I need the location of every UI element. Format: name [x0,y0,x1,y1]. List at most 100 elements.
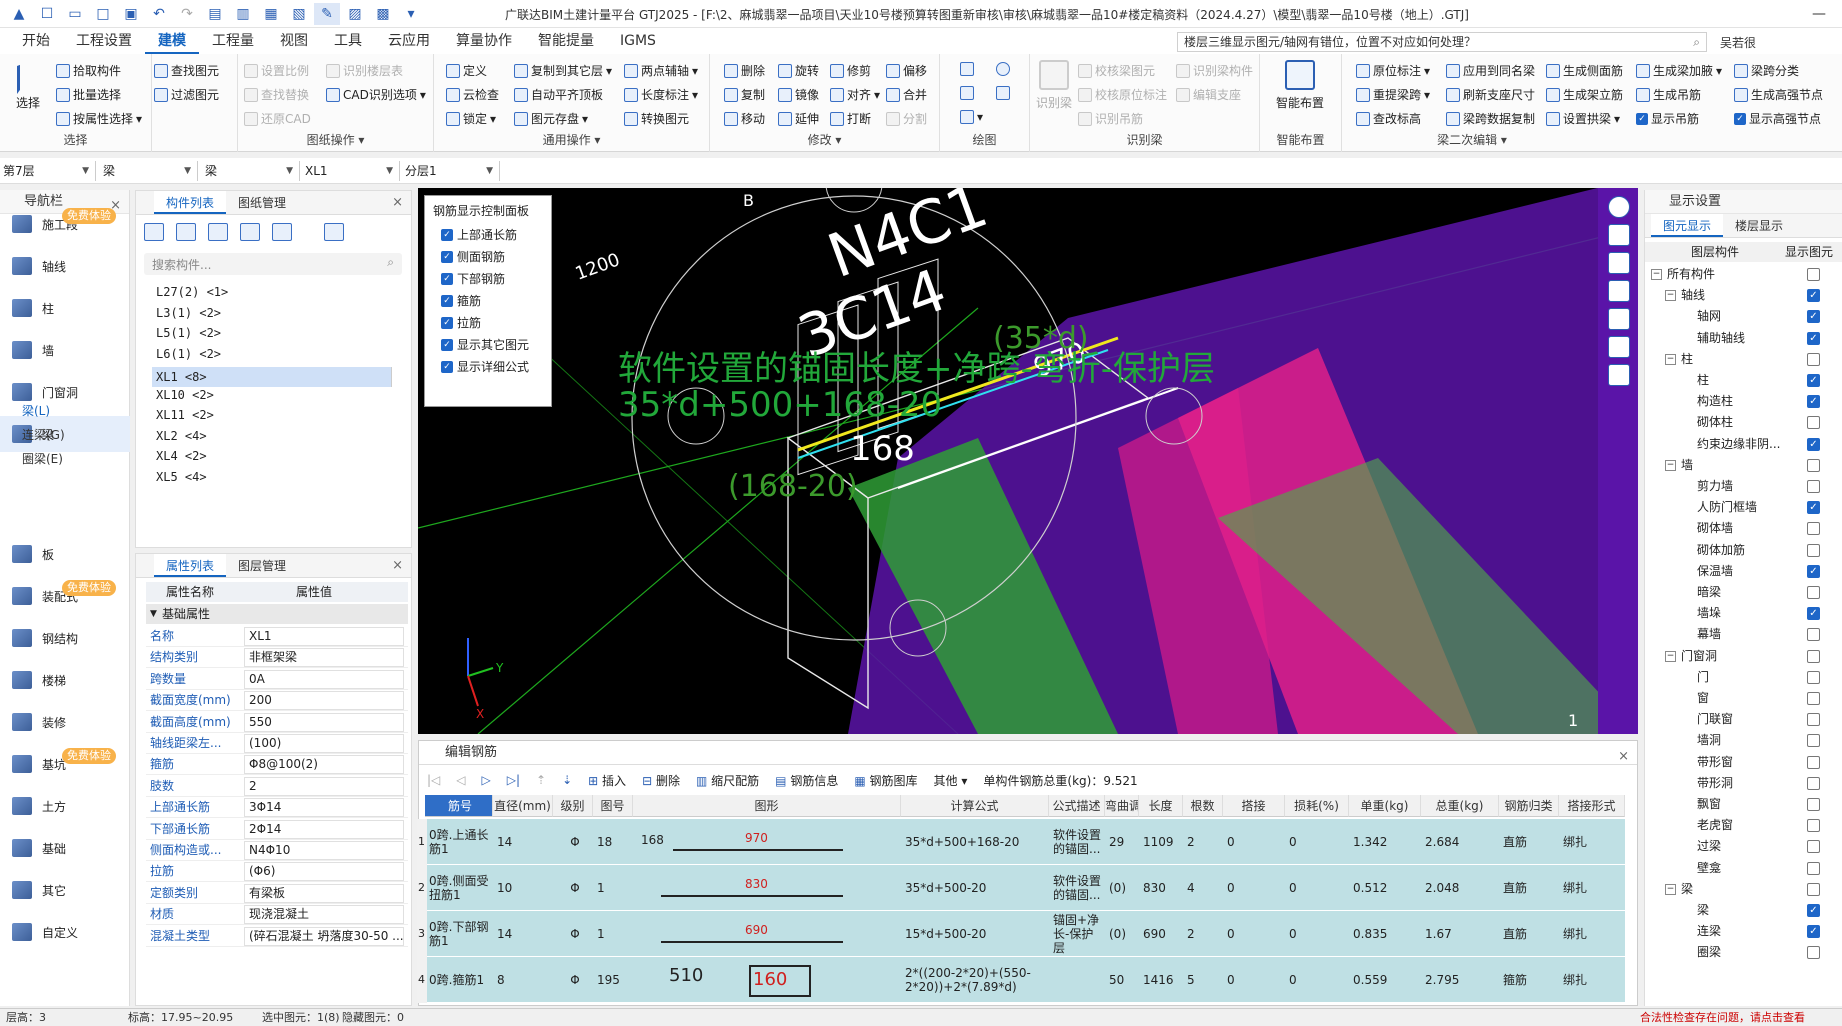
edit-support-button[interactable]: 编辑支座 [1176,86,1241,103]
table-header-cell[interactable]: 级别 [553,795,593,817]
apply-same-button[interactable]: 应用到同名梁 [1446,62,1535,79]
table-header-cell[interactable]: 搭接 [1223,795,1285,817]
tab-element-display[interactable]: 图元显示 [1651,214,1724,237]
gen-node-button[interactable]: 生成高强节点 [1734,86,1823,103]
property-row[interactable]: 拉筋 (Φ6) [146,861,408,883]
nav-item-15[interactable]: 自定义 [0,914,130,950]
display-checkbox[interactable]: ✓ [1807,925,1820,939]
table-header-cell[interactable]: 图形 [633,795,901,817]
menu-igms[interactable]: IGMS [607,28,669,54]
draw-rect-button[interactable] [996,86,1010,100]
property-row[interactable]: 下部通长筋 2Φ14 [146,819,408,840]
property-row[interactable]: 截面宽度(mm) 200 [146,690,408,712]
tab-drawing-manage[interactable]: 图纸管理 [226,191,298,214]
component-search-input[interactable]: 搜索构件... ⌕ [144,253,402,275]
open-file-icon[interactable]: ▭ [62,3,88,25]
display-tree-row[interactable]: − 门窗洞 [1645,646,1842,667]
nav-item-1[interactable]: 轴线 [0,248,130,284]
component-list-item[interactable]: XL5 <4> [156,470,207,484]
copy-component-icon[interactable] [176,223,196,241]
table-header-cell[interactable]: 单重(kg) [1349,795,1421,817]
orbit-icon[interactable] [1608,196,1630,218]
3d-viewport[interactable]: B 1200 N4C1 3C14 970 168 (35*d) (168-20)… [418,188,1638,734]
display-checkbox[interactable] [1807,798,1820,811]
set-scale-button[interactable]: 设置比例 [244,62,309,79]
tab-layer-manage[interactable]: 图层管理 [226,554,298,577]
nav-item-9[interactable]: 楼梯 [0,662,130,698]
display-checkbox[interactable] [1807,734,1820,748]
collapse-icon[interactable]: − [1665,353,1676,365]
layer-select[interactable]: 分层1 ▼ [402,161,500,181]
cube-icon[interactable] [1608,280,1630,302]
property-value[interactable]: 有梁板 [244,883,404,903]
length-mark-button[interactable]: 长度标注 ▾ [624,86,698,103]
delete-button[interactable]: 删除 [724,62,765,79]
span-class-button[interactable]: 梁跨分类 [1734,62,1799,79]
nav-item-11[interactable]: 基坑 免费体验 [0,746,130,782]
menu-view[interactable]: 视图 [267,28,321,54]
display-checkbox[interactable]: ✓ [1807,374,1820,387]
3d-view-icon[interactable] [1608,252,1630,274]
type-select[interactable]: 梁 ▼ [100,161,198,181]
display-tree-row[interactable]: 圈梁 [1645,942,1842,963]
property-value[interactable]: (碎石混凝土 坍落度30-50 ... [244,926,404,946]
table-header-cell[interactable]: 直径(mm) [493,795,553,817]
status-warning[interactable]: 合法性检查存在问题，请点击查看 [1640,1009,1805,1026]
display-tree-row[interactable]: 带形洞 [1645,773,1842,794]
menu-modeling[interactable]: 建模 [145,28,199,54]
display-checkbox[interactable] [1807,946,1820,960]
tool-icon-1[interactable]: ▤ [202,3,228,25]
menu-tools[interactable]: 工具 [321,28,375,54]
display-tree-row[interactable]: 剪力墙 [1645,476,1842,497]
sort-icon[interactable] [272,223,292,241]
tab-props-list[interactable]: 属性列表 [154,554,227,577]
property-value[interactable]: 现浇混凝土 [244,905,404,925]
display-tree-row[interactable]: − 轴线 ✓ [1645,285,1842,306]
property-row[interactable]: 轴线距梁左... (100) [146,733,408,754]
component-list-item[interactable]: XL11 <2> [156,408,214,422]
tool-icon-5[interactable]: ✎ [314,2,340,25]
table-header-cell[interactable]: 总重(kg) [1421,795,1499,817]
span-copy-button[interactable]: 梁跨数据复制 [1446,110,1535,127]
property-value[interactable]: Φ8@100(2) [244,755,404,775]
user-name[interactable]: 吴若很 [1720,34,1756,51]
recognize-beam-button[interactable]: 识别梁 [1032,60,1076,111]
rebar-library-button[interactable]: ▦ 钢筋图库 [854,772,917,789]
new-component-icon[interactable] [144,223,164,241]
display-checkbox[interactable]: ✓ [1807,607,1820,621]
gen-haunch-button[interactable]: 生成梁加腋 ▾ [1636,62,1722,79]
redo-icon[interactable]: ↷ [174,3,200,25]
display-checkbox[interactable] [1807,543,1820,557]
display-tree-row[interactable]: 构造柱 ✓ [1645,391,1842,412]
nav-item-12[interactable]: 土方 [0,788,130,824]
restore-cad-button[interactable]: 还原CAD [244,110,311,127]
display-checkbox[interactable] [1807,713,1820,727]
component-list-item[interactable]: XL10 <2> [156,388,214,402]
collapse-icon[interactable]: − [1665,290,1676,302]
next-icon[interactable]: ▷ [482,773,491,787]
close-icon[interactable]: × [392,558,403,573]
component-list-item[interactable]: L5(1) <2> [156,326,221,340]
display-checkbox[interactable] [1807,480,1820,493]
align-button[interactable]: 对齐 ▾ [830,86,880,103]
delete-component-icon[interactable] [208,223,228,241]
re-span-button[interactable]: 重提梁跨 ▾ [1356,86,1430,103]
extend-button[interactable]: 延伸 [778,110,819,127]
table-row[interactable]: 0跨.箍筋1 8 Φ 195 510 160 2*((200-2*20)+(550-2*20… [417,957,1625,1003]
copy-to-floor-button[interactable]: 复制到其它层 ▾ [514,62,612,79]
props-group[interactable]: ▼ 基础属性 [146,604,408,624]
property-row[interactable]: 侧面构造或... N4Φ10 [146,840,408,861]
display-checkbox[interactable] [1807,882,1820,896]
display-checkbox[interactable] [1807,352,1820,366]
display-checkbox[interactable] [1807,268,1820,281]
property-value[interactable]: 0A [244,669,404,689]
component-list-item[interactable]: XL2 <4> [156,429,207,443]
display-tree-row[interactable]: 人防门框墙 ✓ [1645,497,1842,518]
mirror-button[interactable]: 镜像 [778,86,819,103]
display-tree-row[interactable]: 砌体墙 [1645,518,1842,539]
table-header-cell[interactable]: 根数 [1183,795,1223,817]
split-button[interactable]: 分割 [886,110,927,127]
more-icon[interactable]: ▾ [398,3,424,25]
more-tools-icon[interactable] [324,223,344,241]
display-tree-row[interactable]: 壁龛 [1645,858,1842,879]
